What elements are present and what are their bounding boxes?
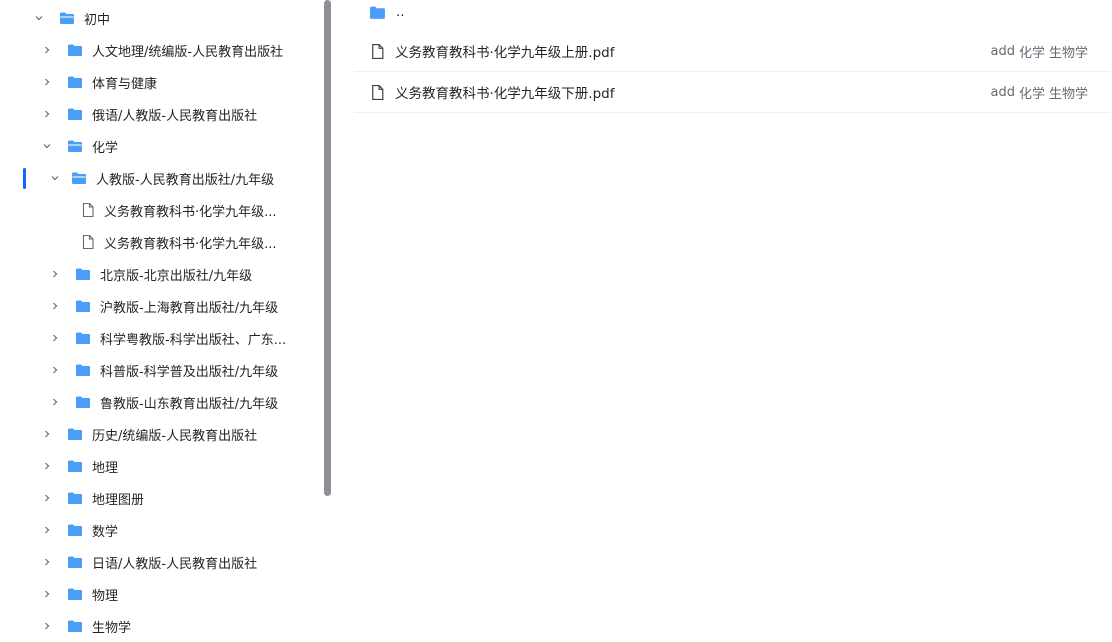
file-list: .. 义务教育教科书·化学九年级上册.pdf add 化学 生物学 义务教育教科… xyxy=(354,0,1110,642)
chevron-right-icon[interactable] xyxy=(41,556,53,568)
sidebar-scrollbar-thumb[interactable] xyxy=(324,0,331,496)
tree-item-history[interactable]: 历史/统编版-人民教育出版社 xyxy=(0,418,322,450)
file-name: 义务教育教科书·化学九年级下册.pdf xyxy=(395,86,615,102)
file-icon xyxy=(80,202,96,218)
tree-item-biology[interactable]: 生物学 xyxy=(0,610,322,642)
tree-item-beijing[interactable]: 北京版-北京出版社/九年级 xyxy=(0,258,322,290)
chevron-right-icon[interactable] xyxy=(41,76,53,88)
chevron-down-icon[interactable] xyxy=(41,140,53,152)
file-tags: add 化学 生物学 xyxy=(990,31,1088,71)
folder-icon xyxy=(75,330,91,346)
chevron-right-icon[interactable] xyxy=(49,268,61,280)
folder-icon xyxy=(368,3,386,21)
tree-item-label: 科普版-科学普及出版社/九年级 xyxy=(100,364,279,380)
tag-add[interactable]: add xyxy=(990,44,1014,59)
tree-item-file[interactable]: 义务教育教科书·化学九年级... xyxy=(0,194,322,226)
folder-icon xyxy=(67,42,83,58)
chevron-right-icon[interactable] xyxy=(49,364,61,376)
chevron-right-icon[interactable] xyxy=(49,300,61,312)
file-row[interactable]: 义务教育教科书·化学九年级下册.pdf add 化学 生物学 xyxy=(354,72,1110,113)
parent-folder-label: .. xyxy=(396,4,405,20)
tree-item-label: 义务教育教科书·化学九年级... xyxy=(104,236,277,252)
folder-icon xyxy=(75,362,91,378)
folder-icon xyxy=(67,74,83,90)
tree-item-pe-health[interactable]: 体育与健康 xyxy=(0,66,322,98)
folder-icon xyxy=(75,298,91,314)
folder-icon xyxy=(67,618,83,634)
tree-item-label: 生物学 xyxy=(92,620,132,636)
tag-chemistry[interactable]: 化学 xyxy=(1019,42,1045,61)
tree-item-label: 沪教版-上海教育出版社/九年级 xyxy=(100,300,279,316)
folder-icon xyxy=(67,426,83,442)
folder-icon xyxy=(67,458,83,474)
tree-item-file[interactable]: 义务教育教科书·化学九年级... xyxy=(0,226,322,258)
tree-item-math[interactable]: 数学 xyxy=(0,514,322,546)
file-icon xyxy=(368,42,386,60)
folder-icon xyxy=(67,490,83,506)
chevron-right-icon[interactable] xyxy=(41,428,53,440)
tree-item-label: 地理图册 xyxy=(92,492,145,508)
tag-add[interactable]: add xyxy=(990,85,1014,100)
chevron-down-icon[interactable] xyxy=(33,12,45,24)
tree-item-label: 数学 xyxy=(92,524,119,540)
chevron-right-icon[interactable] xyxy=(41,108,53,120)
folder-icon xyxy=(67,554,83,570)
chevron-right-icon[interactable] xyxy=(49,396,61,408)
chevron-right-icon[interactable] xyxy=(49,332,61,344)
tree-item-label: 日语/人教版-人民教育出版社 xyxy=(92,556,258,572)
file-row[interactable]: 义务教育教科书·化学九年级上册.pdf add 化学 生物学 xyxy=(354,31,1110,72)
tree-item-label: 人教版-人民教育出版社/九年级 xyxy=(96,172,275,188)
tag-chemistry[interactable]: 化学 xyxy=(1019,83,1045,102)
tree-item-label: 义务教育教科书·化学九年级... xyxy=(104,204,277,220)
tree-item-label: 人文地理/统编版-人民教育出版社 xyxy=(92,44,284,60)
tree-item-physics[interactable]: 物理 xyxy=(0,578,322,610)
folder-icon xyxy=(67,106,83,122)
tree-item-label: 物理 xyxy=(92,588,119,604)
folder-open-icon xyxy=(71,170,87,186)
tree-item-label: 化学 xyxy=(92,140,119,156)
tree-item-pep-grade9[interactable]: 人教版-人民教育出版社/九年级 xyxy=(0,162,322,194)
file-browser: 初中 人文地理/统编版-人民教育出版社 体育与健康 俄语/人教版-人民教育出版社… xyxy=(0,0,1112,642)
tree-item-junior-high[interactable]: 初中 xyxy=(0,2,322,34)
parent-folder-row[interactable]: .. xyxy=(354,0,1110,32)
folder-open-icon xyxy=(59,10,75,26)
tree-item-guangdong[interactable]: 科学粤教版-科学出版社、广东... xyxy=(0,322,322,354)
folder-icon xyxy=(75,266,91,282)
chevron-right-icon[interactable] xyxy=(41,460,53,472)
tree-item-chemistry[interactable]: 化学 xyxy=(0,130,322,162)
tree-item-label: 初中 xyxy=(84,12,111,28)
tree-item-kepu[interactable]: 科普版-科学普及出版社/九年级 xyxy=(0,354,322,386)
folder-icon xyxy=(67,522,83,538)
tree-item-label: 科学粤教版-科学出版社、广东... xyxy=(100,332,287,348)
tree-item-label: 体育与健康 xyxy=(92,76,158,92)
chevron-right-icon[interactable] xyxy=(41,524,53,536)
folder-icon xyxy=(75,394,91,410)
tree-item-atlas[interactable]: 地理图册 xyxy=(0,482,322,514)
tree-item-label: 鲁教版-山东教育出版社/九年级 xyxy=(100,396,279,412)
folder-open-icon xyxy=(67,138,83,154)
chevron-down-icon[interactable] xyxy=(49,172,61,184)
chevron-right-icon[interactable] xyxy=(41,492,53,504)
tree-item-shanghai[interactable]: 沪教版-上海教育出版社/九年级 xyxy=(0,290,322,322)
tree-item-geography[interactable]: 地理 xyxy=(0,450,322,482)
folder-icon xyxy=(67,586,83,602)
chevron-right-icon[interactable] xyxy=(41,44,53,56)
tree-item-label: 俄语/人教版-人民教育出版社 xyxy=(92,108,258,124)
tree-item-japanese[interactable]: 日语/人教版-人民教育出版社 xyxy=(0,546,322,578)
chevron-right-icon[interactable] xyxy=(41,620,53,632)
tree-item-label: 历史/统编版-人民教育出版社 xyxy=(92,428,258,444)
file-icon xyxy=(80,234,96,250)
folder-tree: 初中 人文地理/统编版-人民教育出版社 体育与健康 俄语/人教版-人民教育出版社… xyxy=(0,0,322,642)
file-tags: add 化学 生物学 xyxy=(990,72,1088,112)
tag-biology[interactable]: 生物学 xyxy=(1049,42,1088,61)
tag-biology[interactable]: 生物学 xyxy=(1049,83,1088,102)
file-name: 义务教育教科书·化学九年级上册.pdf xyxy=(395,45,615,61)
chevron-right-icon[interactable] xyxy=(41,588,53,600)
tree-item-label: 地理 xyxy=(92,460,119,476)
tree-item-russian[interactable]: 俄语/人教版-人民教育出版社 xyxy=(0,98,322,130)
tree-item-shandong[interactable]: 鲁教版-山东教育出版社/九年级 xyxy=(0,386,322,418)
tree-item-label: 北京版-北京出版社/九年级 xyxy=(100,268,253,284)
file-icon xyxy=(368,83,386,101)
tree-item-human-geography[interactable]: 人文地理/统编版-人民教育出版社 xyxy=(0,34,322,66)
